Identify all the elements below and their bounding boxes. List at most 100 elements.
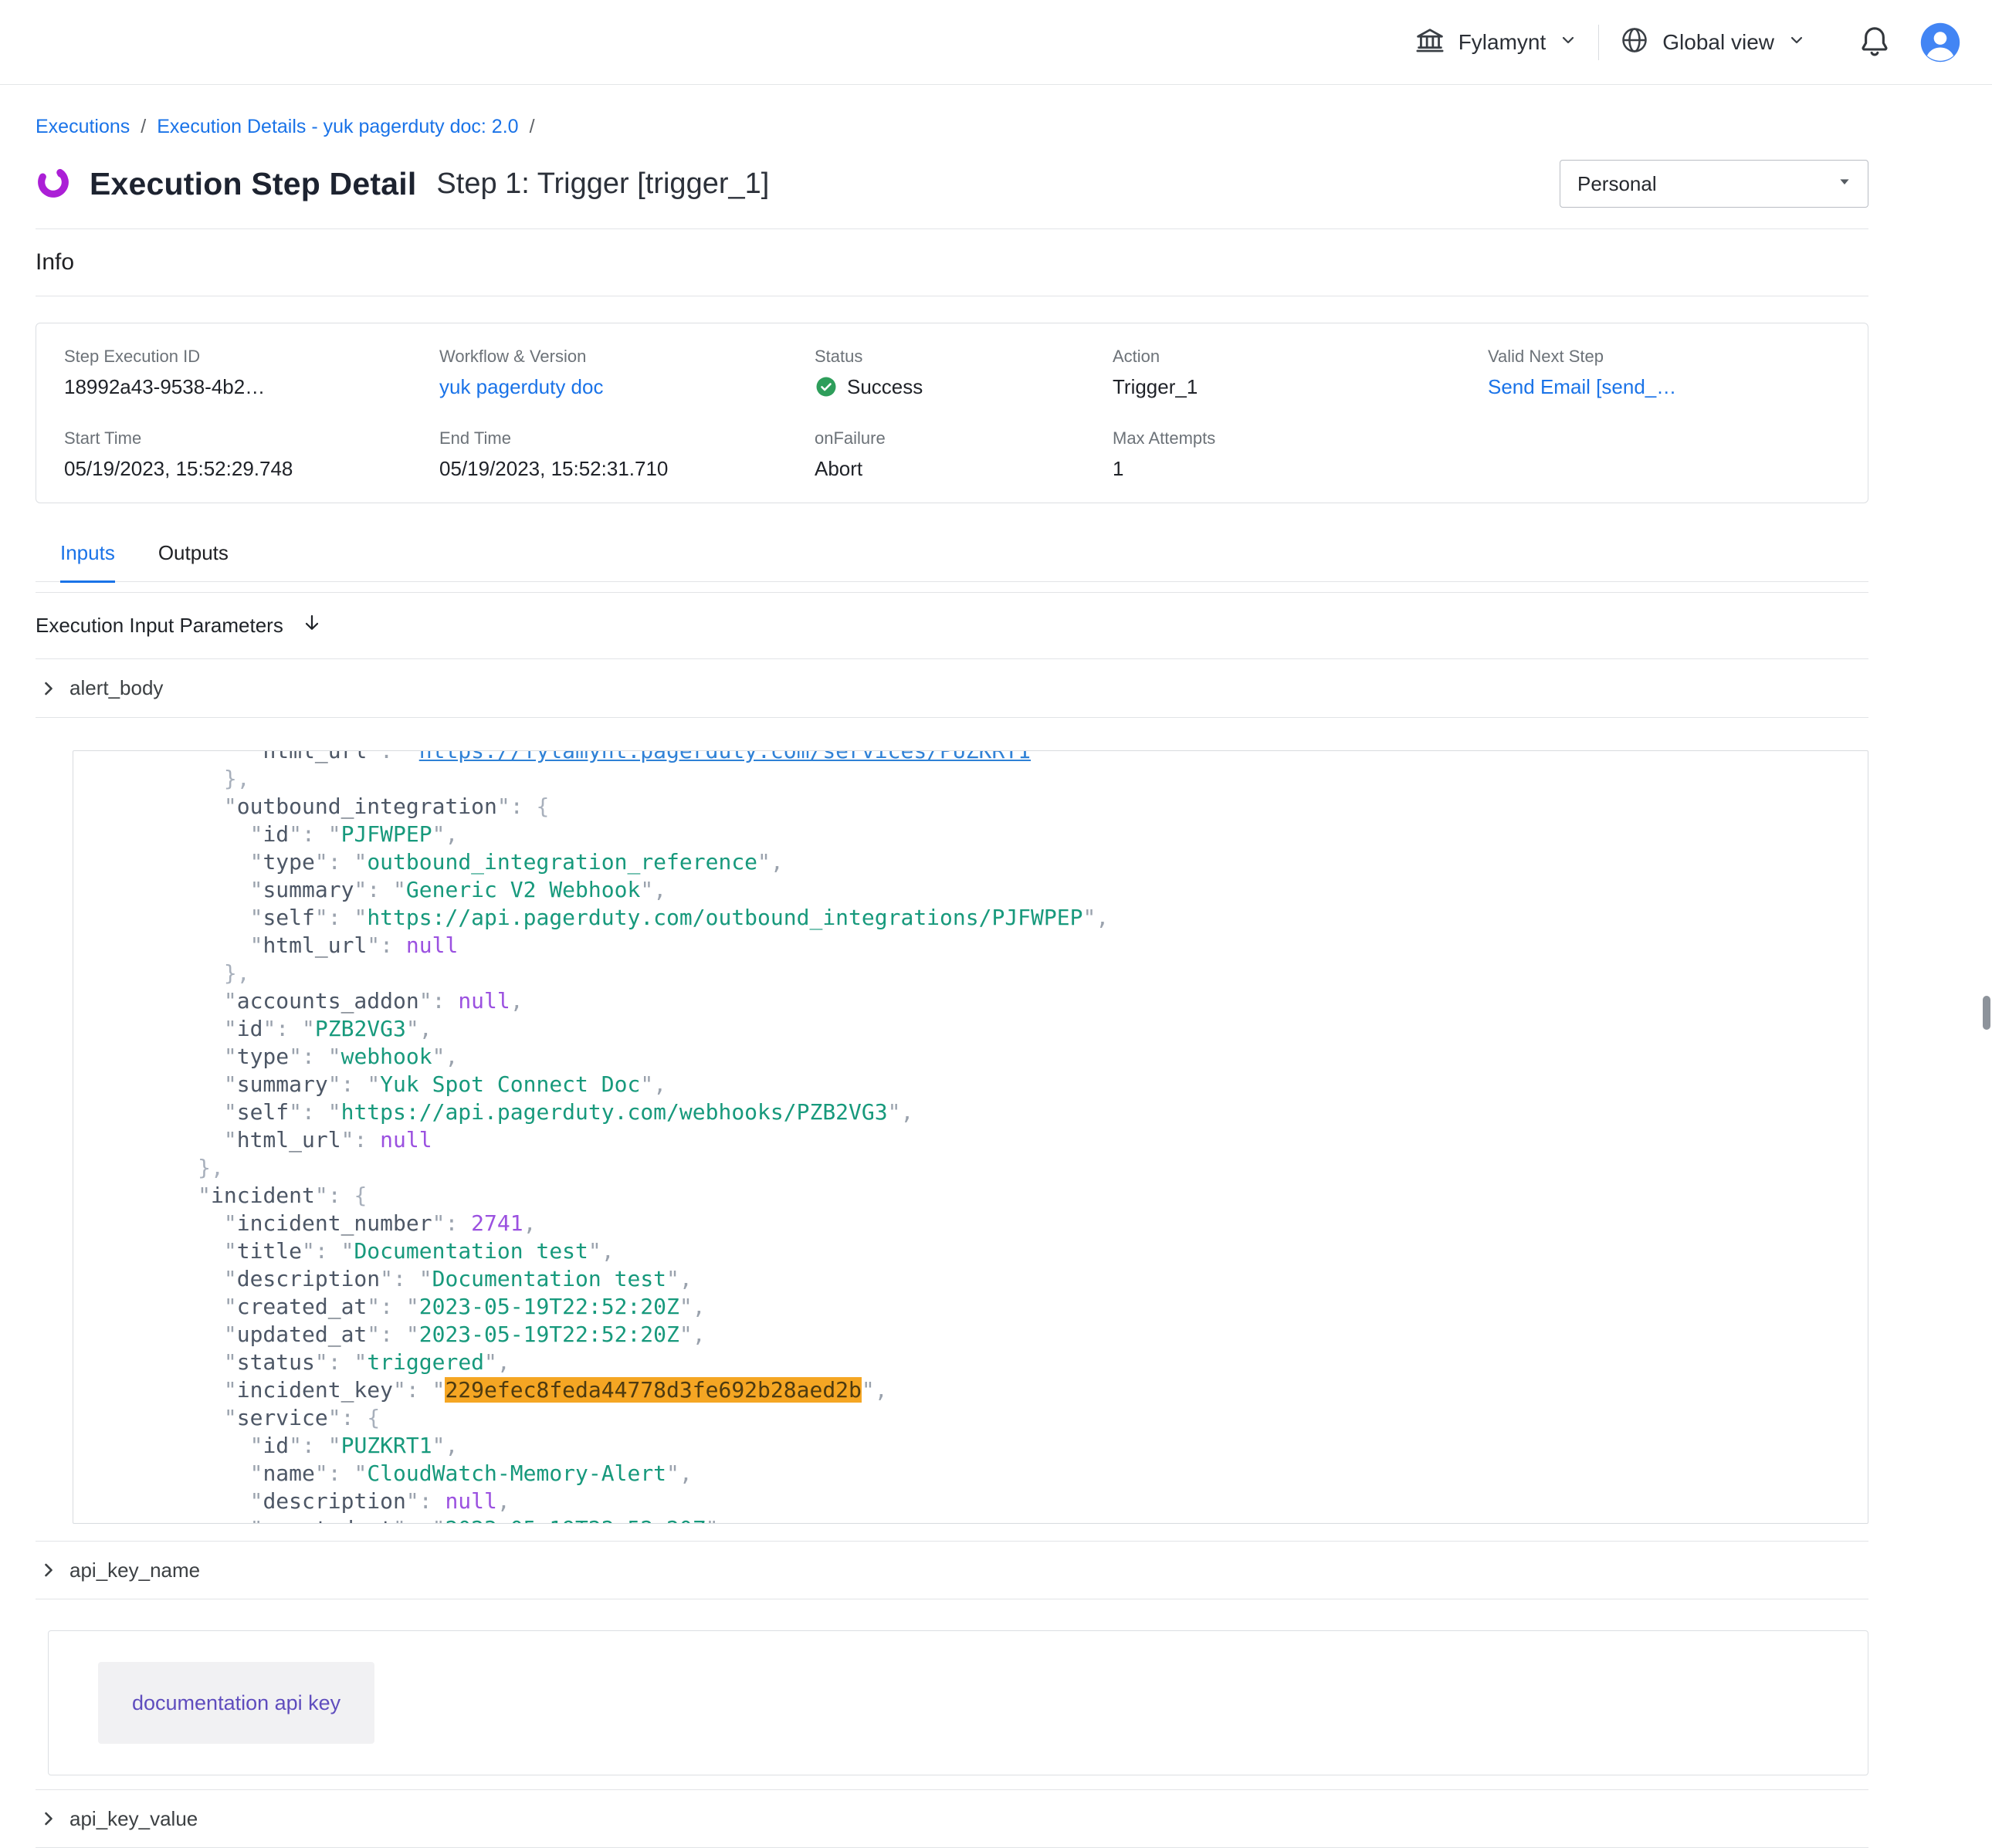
json-line: }, xyxy=(120,765,1868,793)
info-field: onFailureAbort xyxy=(815,428,1113,481)
info-field: Workflow & Version yuk pagerduty doc xyxy=(439,347,815,399)
json-line: "service": { xyxy=(120,1404,1868,1432)
json-line: "name": "CloudWatch-Memory-Alert", xyxy=(120,1460,1868,1488)
info-field-value: Trigger_1 xyxy=(1113,374,1488,399)
info-field: Max Attempts 1 xyxy=(1113,428,1488,481)
status-badge: Success xyxy=(815,374,1113,399)
json-line: "html_url": null xyxy=(120,1126,1868,1154)
status-text: Success xyxy=(847,374,923,399)
json-line: "title": "Documentation test", xyxy=(120,1237,1868,1265)
section-alert-body[interactable]: alert_body xyxy=(36,659,1868,718)
json-line: "accounts_addon": null, xyxy=(120,987,1868,1015)
page-title: Execution Step Detail xyxy=(90,166,416,202)
json-line: "created_at": "2023-05-19T22:52:20Z", xyxy=(120,1293,1868,1321)
json-line: "status": "triggered", xyxy=(120,1349,1868,1376)
json-line: "self": "https://api.pagerduty.com/webho… xyxy=(120,1098,1868,1126)
section-label: api_key_name xyxy=(69,1559,200,1582)
main-content: Executions / Execution Details - yuk pager… xyxy=(36,116,1868,1848)
json-line: "updated_at": "2023-05-19T22:52:20Z", xyxy=(120,1321,1868,1349)
json-line: }, xyxy=(120,1154,1868,1182)
info-field: Start Time 05/19/2023, 15:52:29.748 xyxy=(64,428,439,481)
view-menu[interactable]: Global view xyxy=(1599,25,1827,59)
caret-down-icon xyxy=(1834,171,1855,198)
json-line: "summary": "Generic V2 Webhook", xyxy=(120,876,1868,904)
json-line: "id": "PUZKRT1", xyxy=(120,1432,1868,1460)
json-line: "incident_key": "229efec8feda44778d3fe69… xyxy=(120,1376,1868,1404)
chevron-down-icon xyxy=(1787,30,1807,54)
scope-select-value: Personal xyxy=(1577,172,1657,196)
api-key-name-card: documentation api key xyxy=(48,1630,1868,1775)
section-label: api_key_value xyxy=(69,1807,198,1831)
info-field: Valid Next Step Send Email [send_… xyxy=(1488,347,1840,399)
json-line: "incident": { xyxy=(120,1182,1868,1210)
params-header-label: Execution Input Parameters xyxy=(36,614,283,638)
json-line: "type": "webhook", xyxy=(120,1043,1868,1071)
chevron-right-icon xyxy=(37,1559,60,1582)
json-line: "created_at": "2023-05-19T22:52:20Z", xyxy=(120,1515,1868,1524)
json-line: "summary": "Yuk Spot Connect Doc", xyxy=(120,1071,1868,1098)
info-section-title: Info xyxy=(36,249,1868,276)
info-field-label: Workflow & Version xyxy=(439,347,815,367)
api-key-name-chip: documentation api key xyxy=(98,1662,374,1744)
topbar: Fylamynt Global view xyxy=(0,0,1992,85)
page-header: Execution Step Detail Step 1: Trigger [t… xyxy=(36,159,1868,208)
info-field-label: Step Execution ID xyxy=(64,347,439,367)
json-line: "type": "outbound_integration_reference"… xyxy=(120,848,1868,876)
breadcrumb-separator: / xyxy=(530,116,535,137)
info-field-label: Status xyxy=(815,347,1113,367)
scrollbar-thumb[interactable] xyxy=(1983,996,1990,1030)
json-line: "id": "PZB2VG3", xyxy=(120,1015,1868,1043)
info-field-value[interactable]: yuk pagerduty doc xyxy=(439,374,815,399)
bell-icon xyxy=(1858,24,1892,60)
notifications-button[interactable] xyxy=(1858,24,1892,60)
org-menu[interactable]: Fylamynt xyxy=(1394,24,1599,60)
breadcrumb-separator: / xyxy=(141,116,146,137)
arrow-down-icon[interactable] xyxy=(300,611,324,640)
info-field-label: Max Attempts xyxy=(1113,428,1488,448)
info-field-value: 18992a43-9538-4b2… xyxy=(64,374,439,399)
info-field-label: Valid Next Step xyxy=(1488,347,1840,367)
json-viewer[interactable]: "html_url": "https://fylamynt.pagerduty.… xyxy=(73,750,1868,1524)
info-field: Step Execution ID 18992a43-9538-4b2… xyxy=(64,347,439,399)
divider xyxy=(36,228,1868,229)
globe-icon xyxy=(1619,25,1650,59)
params-header: Execution Input Parameters xyxy=(36,593,1868,659)
json-line: "html_url": "https://fylamynt.pagerduty.… xyxy=(120,750,1868,765)
info-card: Step Execution ID 18992a43-9538-4b2…Workf… xyxy=(36,323,1868,503)
info-field-value: 1 xyxy=(1113,456,1488,481)
chevron-right-icon xyxy=(37,1807,60,1830)
fylamynt-logo-icon xyxy=(36,164,71,204)
section-api-key-name[interactable]: api_key_name xyxy=(36,1541,1868,1599)
json-line: "outbound_integration": { xyxy=(120,793,1868,821)
json-line: }, xyxy=(120,960,1868,987)
tab-outputs[interactable]: Outputs xyxy=(158,540,229,581)
tab-inputs[interactable]: Inputs xyxy=(60,540,115,583)
breadcrumb: Executions / Execution Details - yuk pager… xyxy=(36,116,1868,139)
json-line: "id": "PJFWPEP", xyxy=(120,821,1868,848)
info-field: Status Success xyxy=(815,347,1113,399)
json-line: "description": null, xyxy=(120,1488,1868,1515)
org-menu-label: Fylamynt xyxy=(1458,30,1547,55)
json-line: "description": "Documentation test", xyxy=(120,1265,1868,1293)
section-api-key-value[interactable]: api_key_value xyxy=(36,1789,1868,1848)
breadcrumb-link[interactable]: Executions xyxy=(36,116,130,137)
info-field-value: Abort xyxy=(815,456,1113,481)
info-field: ActionTrigger_1 xyxy=(1113,347,1488,399)
check-circle-icon xyxy=(815,375,838,398)
tabs: Inputs Outputs xyxy=(36,540,1868,582)
breadcrumb-link[interactable]: Execution Details - yuk pagerduty doc: 2… xyxy=(157,116,518,137)
bank-icon xyxy=(1414,24,1446,60)
info-field-label: Start Time xyxy=(64,428,439,448)
json-line: "incident_number": 2741, xyxy=(120,1210,1868,1237)
scope-select[interactable]: Personal xyxy=(1560,160,1868,208)
json-line: "self": "https://api.pagerduty.com/outbo… xyxy=(120,904,1868,932)
avatar[interactable] xyxy=(1919,22,1961,63)
view-menu-label: Global view xyxy=(1662,30,1774,55)
info-field-value[interactable]: Send Email [send_… xyxy=(1488,374,1840,399)
info-field-value: 05/19/2023, 15:52:31.710 xyxy=(439,456,815,481)
info-field-label: End Time xyxy=(439,428,815,448)
json-line: "html_url": null xyxy=(120,932,1868,960)
info-field-value: 05/19/2023, 15:52:29.748 xyxy=(64,456,439,481)
chevron-down-icon xyxy=(1558,30,1578,54)
page-subtitle: Step 1: Trigger [trigger_1] xyxy=(436,168,769,201)
